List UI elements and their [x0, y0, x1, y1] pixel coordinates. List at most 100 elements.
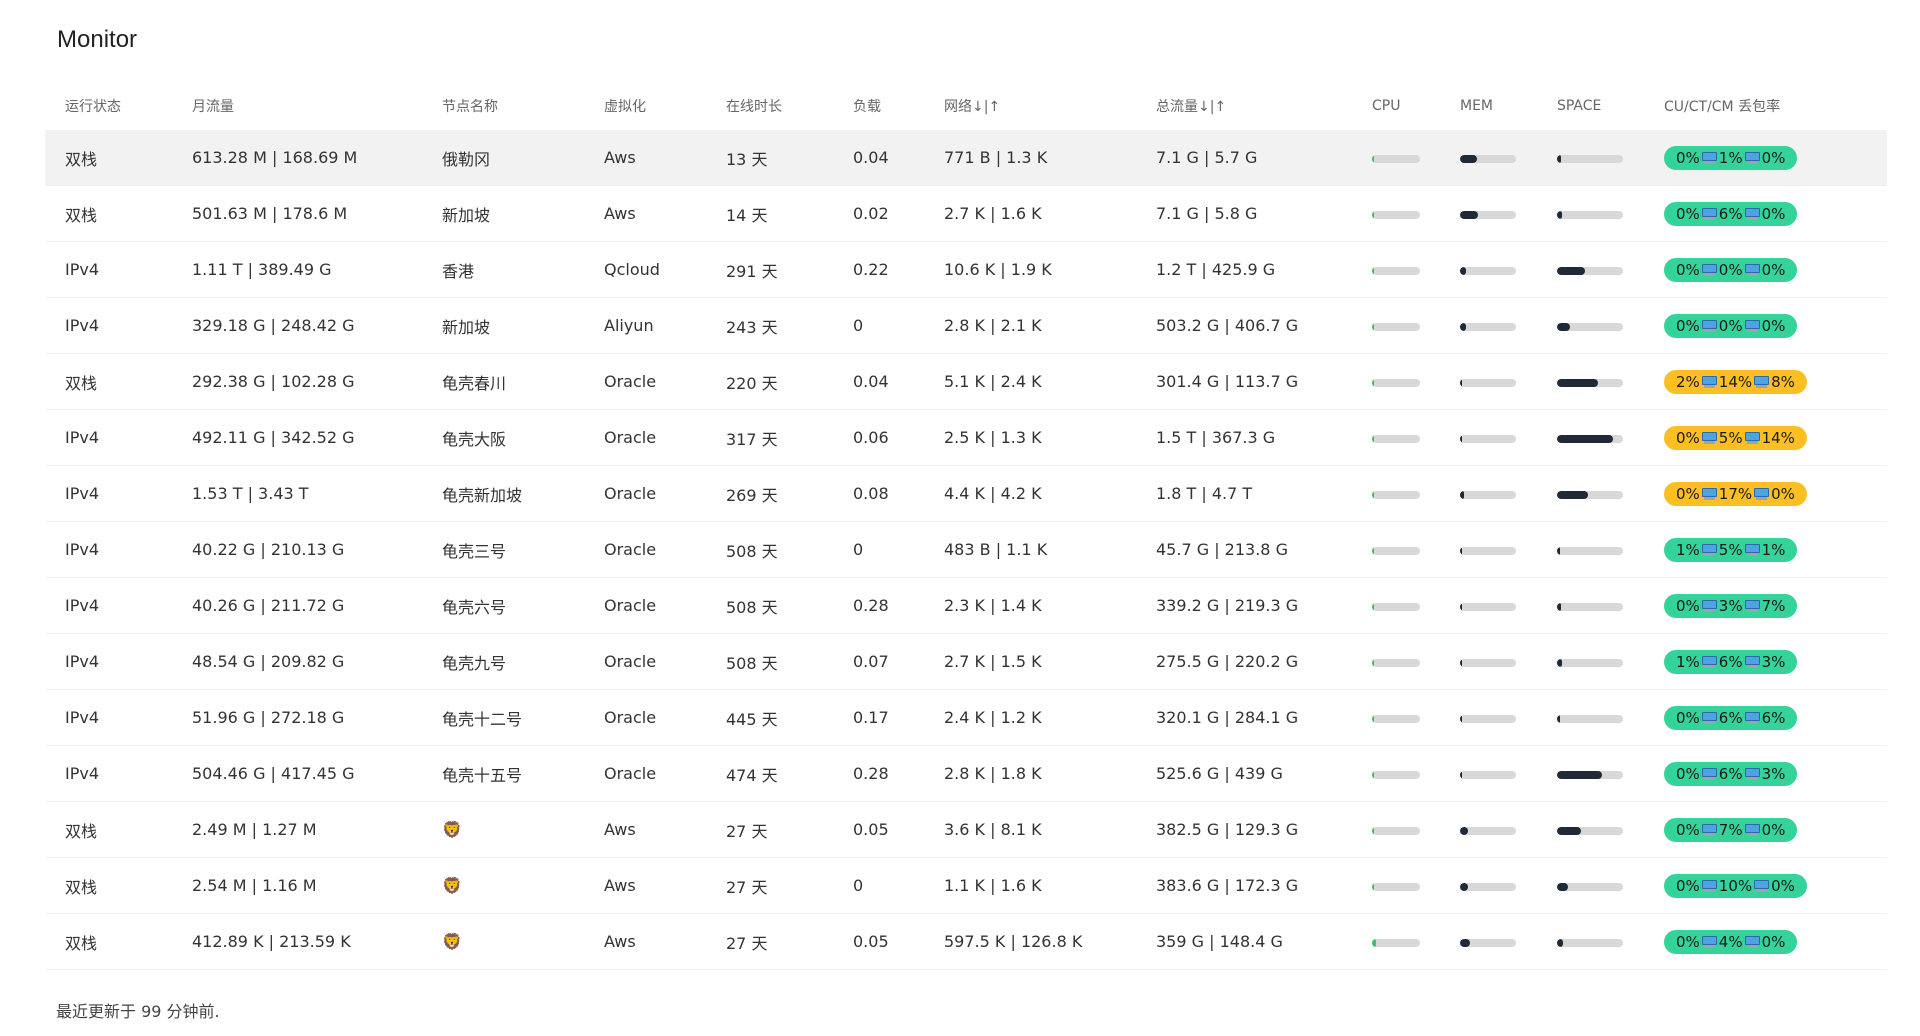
- mem-usage-fill: [1460, 210, 1478, 219]
- cell-packet-loss: 0% 0% 0%: [1644, 241, 1887, 298]
- cell-mem: [1440, 297, 1537, 354]
- cell-monthly-traffic: 613.28 M | 168.69 M: [172, 130, 422, 186]
- mem-usage-bar: [1460, 378, 1516, 387]
- table-row[interactable]: 双栈 412.89 K | 213.59 K 🦁 Aws 27 天 0.05 597.5 K…: [45, 913, 1887, 970]
- cell-space: [1537, 577, 1644, 634]
- space-usage-bar: [1557, 490, 1623, 499]
- cell-monthly-traffic: 501.63 M | 178.6 M: [172, 185, 422, 242]
- packet-loss-value: 0%: [1676, 820, 1700, 839]
- header-monthly-traffic[interactable]: 月流量: [172, 81, 422, 130]
- cell-uptime: 13 天: [706, 130, 833, 186]
- computer-icon: [1744, 543, 1760, 556]
- space-usage-fill: [1557, 658, 1562, 667]
- cell-monthly-traffic: 2.54 M | 1.16 M: [172, 857, 422, 914]
- cell-network: 771 B | 1.3 K: [924, 130, 1136, 186]
- cell-status: IPv4: [45, 633, 172, 690]
- table-row[interactable]: IPv4 1.53 T | 3.43 T 龟壳新加坡 Oracle 269 天 0.08 4…: [45, 465, 1887, 522]
- computer-icon: [1754, 375, 1770, 388]
- table-row[interactable]: IPv4 40.26 G | 211.72 G 龟壳六号 Oracle 508 天 0.2…: [45, 577, 1887, 634]
- computer-icon: [1744, 263, 1760, 276]
- cell-packet-loss: 0% 6% 6%: [1644, 689, 1887, 746]
- packet-loss-badge: 0% 1% 0%: [1664, 145, 1798, 170]
- header-uptime[interactable]: 在线时长: [706, 81, 833, 130]
- packet-loss-value: 0%: [1718, 260, 1743, 279]
- header-cpu[interactable]: CPU: [1352, 81, 1440, 130]
- cell-packet-loss: 0% 5% 14%: [1644, 409, 1887, 466]
- cell-virtualization: Oracle: [584, 745, 706, 802]
- cell-load: 0.05: [833, 801, 924, 858]
- cell-uptime: 27 天: [706, 913, 833, 970]
- header-total-traffic[interactable]: 总流量↓|↑: [1136, 81, 1352, 130]
- table-row[interactable]: IPv4 51.96 G | 272.18 G 龟壳十二号 Oracle 445 天 0.…: [45, 689, 1887, 746]
- table-row[interactable]: IPv4 1.11 T | 389.49 G 香港 Qcloud 291 天 0.22 10…: [45, 241, 1887, 298]
- cell-monthly-traffic: 48.54 G | 209.82 G: [172, 633, 422, 690]
- table-row[interactable]: IPv4 329.18 G | 248.42 G 新加坡 Aliyun 243 天 0 2.…: [45, 297, 1887, 354]
- header-load[interactable]: 负载: [833, 81, 924, 130]
- cell-load: 0.17: [833, 689, 924, 746]
- cell-monthly-traffic: 412.89 K | 213.59 K: [172, 913, 422, 970]
- packet-loss-value: 14%: [1761, 428, 1795, 447]
- computer-icon: [1701, 487, 1717, 500]
- mem-usage-bar: [1460, 546, 1516, 555]
- cell-node-name: 龟壳新加坡: [422, 465, 584, 522]
- cell-cpu: [1352, 857, 1440, 914]
- cell-monthly-traffic: 1.53 T | 3.43 T: [172, 465, 422, 522]
- header-space[interactable]: SPACE: [1537, 81, 1644, 130]
- cell-cpu: [1352, 521, 1440, 578]
- cell-node-name: 龟壳十五号: [422, 745, 584, 802]
- table-row[interactable]: 双栈 613.28 M | 168.69 M 俄勒冈 Aws 13 天 0.04 771 B…: [45, 130, 1887, 186]
- cell-packet-loss: 0% 3% 7%: [1644, 577, 1887, 634]
- packet-loss-value: 8%: [1771, 372, 1795, 391]
- mem-usage-bar: [1460, 154, 1516, 163]
- cell-virtualization: Oracle: [584, 521, 706, 578]
- packet-loss-value: 1%: [1718, 148, 1743, 167]
- header-mem[interactable]: MEM: [1440, 81, 1537, 130]
- header-network[interactable]: 网络↓|↑: [924, 81, 1136, 130]
- cell-total-traffic: 7.1 G | 5.7 G: [1136, 130, 1352, 186]
- computer-icon: [1744, 767, 1760, 780]
- table-row[interactable]: IPv4 48.54 G | 209.82 G 龟壳九号 Oracle 508 天 0.0…: [45, 633, 1887, 690]
- cpu-usage-fill: [1372, 602, 1374, 611]
- cell-uptime: 508 天: [706, 577, 833, 634]
- cpu-usage-bar: [1372, 546, 1420, 555]
- cell-packet-loss: 1% 5% 1%: [1644, 521, 1887, 578]
- table-row[interactable]: IPv4 504.46 G | 417.45 G 龟壳十五号 Oracle 474 天0…: [45, 745, 1887, 802]
- table-row[interactable]: 双栈 292.38 G | 102.28 G 龟壳春川 Oracle 220 天 0.04…: [45, 353, 1887, 410]
- cell-packet-loss: 2% 14% 8%: [1644, 353, 1887, 410]
- header-packet-loss[interactable]: CU/CT/CM 丢包率: [1644, 81, 1887, 130]
- cell-node-name: 龟壳三号: [422, 521, 584, 578]
- computer-icon: [1744, 935, 1760, 948]
- packet-loss-value: 0%: [1718, 316, 1743, 335]
- cell-packet-loss: 0% 4% 0%: [1644, 913, 1887, 970]
- cell-space: [1537, 409, 1644, 466]
- cell-packet-loss: 0% 6% 0%: [1644, 185, 1887, 242]
- computer-icon: [1744, 207, 1760, 220]
- cell-load: 0.06: [833, 409, 924, 466]
- table-row[interactable]: 双栈 2.54 M | 1.16 M 🦁 Aws 27 天 0 1.1 K | 1.6 K3…: [45, 857, 1887, 914]
- mem-usage-fill: [1460, 266, 1466, 275]
- mem-usage-fill: [1460, 322, 1466, 331]
- table-row[interactable]: IPv4 492.11 G | 342.52 G 龟壳大阪 Oracle 317 天 0.…: [45, 409, 1887, 466]
- cell-packet-loss: 1% 6% 3%: [1644, 633, 1887, 690]
- table-row[interactable]: 双栈 501.63 M | 178.6 M 新加坡 Aws 14 天 0.02 2.7 K …: [45, 185, 1887, 242]
- cpu-usage-bar: [1372, 434, 1420, 443]
- mem-usage-fill: [1460, 882, 1468, 891]
- cell-space: [1537, 185, 1644, 242]
- header-virtualization[interactable]: 虚拟化: [584, 81, 706, 130]
- computer-icon: [1744, 151, 1760, 164]
- cell-virtualization: Aws: [584, 185, 706, 242]
- computer-icon: [1701, 263, 1717, 276]
- cell-mem: [1440, 465, 1537, 522]
- space-usage-bar: [1557, 602, 1623, 611]
- cell-load: 0.08: [833, 465, 924, 522]
- cell-packet-loss: 0% 6% 3%: [1644, 745, 1887, 802]
- cpu-usage-bar: [1372, 322, 1420, 331]
- header-node-name[interactable]: 节点名称: [422, 81, 584, 130]
- packet-loss-value: 7%: [1718, 820, 1743, 839]
- table-row[interactable]: IPv4 40.22 G | 210.13 G 龟壳三号 Oracle 508 天 0 48…: [45, 521, 1887, 578]
- mem-usage-fill: [1460, 546, 1462, 555]
- table-row[interactable]: 双栈 2.49 M | 1.27 M 🦁 Aws 27 天 0.05 3.6 K | 8.1…: [45, 801, 1887, 858]
- cell-node-name: 龟壳六号: [422, 577, 584, 634]
- header-status[interactable]: 运行状态: [45, 81, 172, 130]
- cell-mem: [1440, 130, 1537, 186]
